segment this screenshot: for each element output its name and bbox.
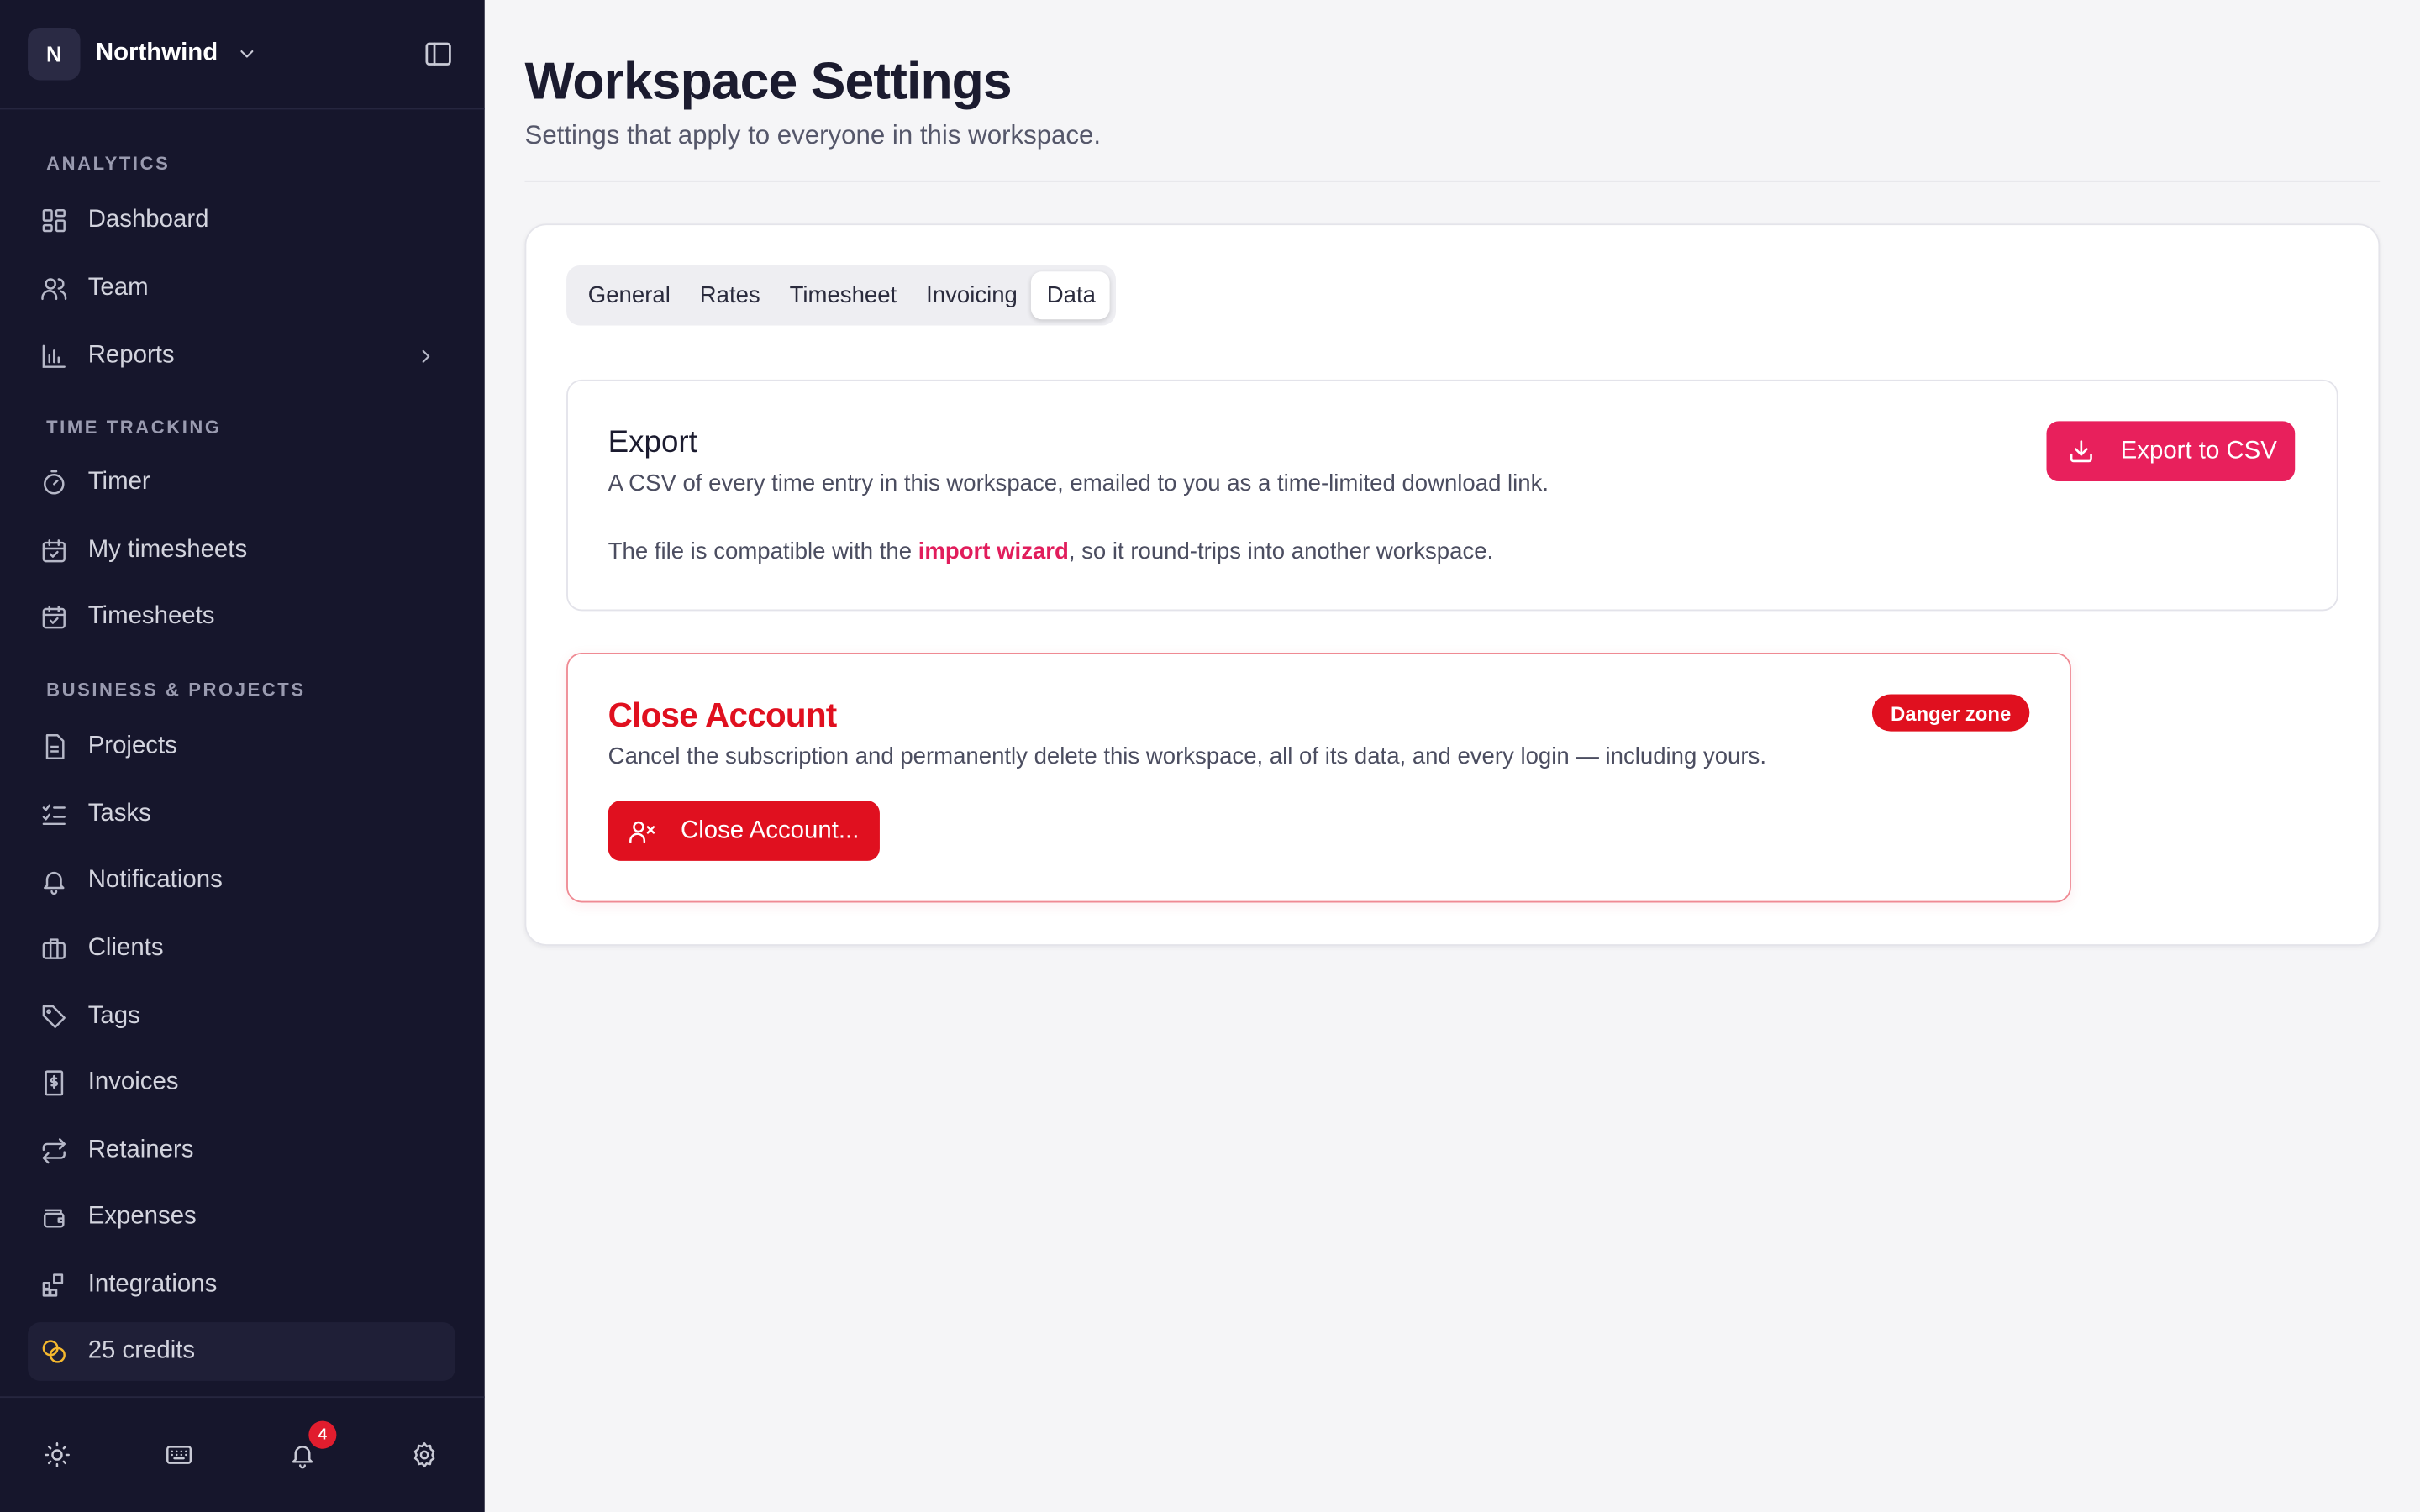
export-to-csv-button[interactable]: Export to CSV [2046,421,2296,482]
download-icon [2070,440,2092,463]
sidebar-item-label: 25 credits [87,1337,196,1364]
export-note: The file is compatible with the import w… [608,538,1494,564]
page-subtitle: Settings that apply to everyone in this … [524,120,1102,150]
tab-data[interactable]: Data [1031,271,1110,320]
sidebar-item-label: Dashboard [87,207,209,234]
sidebar-item-label: Retainers [87,1137,194,1163]
workspace-name: Northwind [95,39,218,66]
sidebar-item-label: Reports [87,342,175,369]
sidebar-item-label: Expenses [87,1203,197,1230]
users-icon [41,278,67,301]
sidebar-item-retainers[interactable]: Retainers [28,1121,455,1180]
sidebar-panel-icon [425,42,451,66]
tag-icon [42,1005,66,1029]
sidebar-footer-divider [0,1396,485,1399]
sidebar-item-projects[interactable]: Projects [28,717,455,776]
sidebar-item-invoices[interactable]: Invoices [28,1053,455,1112]
tab-rates[interactable]: Rates [684,271,774,319]
tab-timesheet[interactable]: Timesheet [774,271,911,319]
danger-zone-section [566,652,2071,903]
title-divider [524,180,2381,182]
sidebar-item-reports[interactable]: Reports [28,327,455,386]
bell-icon [44,871,65,895]
sidebar-item-timer[interactable]: Timer [28,454,455,512]
export-note-suffix: , so it round-trips into another workspa… [1068,538,1494,565]
briefcase-icon [42,938,66,959]
coins-icon [42,1340,66,1363]
sidebar-item-label: Timer [87,469,150,496]
sidebar-item-label: Clients [87,935,164,962]
sidebar-toggle-button[interactable] [423,39,454,70]
close-account-description: Cancel the subscription and permanently … [608,743,1766,770]
sidebar-item-tasks[interactable]: Tasks [28,785,455,844]
bar-chart-icon [42,344,66,368]
sidebar-item-label: Invoices [87,1068,179,1096]
gear-icon [413,1442,435,1468]
workspace-avatar: N [28,27,81,80]
sidebar-item-label: Timesheets [87,603,215,630]
sun-icon [44,1442,70,1468]
sidebar-item-label: Integrations [87,1271,218,1298]
export-note-prefix: The file is compatible with the [608,538,918,565]
keyboard-shortcuts-button[interactable] [160,1436,197,1473]
sidebar-item-integrations[interactable]: Integrations [28,1256,455,1315]
grid-plus-icon [42,1273,64,1297]
section-business-projects: BUSINESS & PROJECTS [46,679,306,701]
sidebar-item-credits[interactable]: 25 credits [28,1322,455,1381]
sidebar-item-dashboard[interactable]: Dashboard [28,192,455,250]
bell-icon [292,1446,313,1469]
theme-toggle-button[interactable] [39,1436,76,1473]
calendar-check-icon [42,539,66,563]
notification-count-badge: 4 [308,1420,337,1449]
sidebar-item-clients[interactable]: Clients [28,920,455,979]
sidebar-item-label: Tasks [87,801,151,827]
sidebar-divider [0,108,485,110]
calendar-check-icon [42,606,66,629]
chevron-down-icon [240,50,254,57]
sidebar: N Northwind ANALYTICS Dashboard Team Rep… [0,0,485,1512]
sidebar-item-label: Notifications [87,867,223,894]
checklist-icon [42,804,66,826]
section-analytics: ANALYTICS [46,152,171,175]
sidebar-item-team[interactable]: Team [28,260,455,318]
sidebar-item-label: Team [87,274,149,302]
sidebar-item-label: Tags [87,1002,140,1030]
stopwatch-icon [44,470,65,495]
keyboard-icon [166,1446,192,1464]
tab-invoicing[interactable]: Invoicing [911,271,1032,319]
settings-button[interactable] [406,1436,443,1473]
close-account-button[interactable]: Close Account... [608,801,880,861]
export-button-label: Export to CSV [2120,437,2277,464]
sidebar-item-notifications[interactable]: Notifications [28,852,455,911]
user-remove-icon [629,820,655,843]
danger-zone-badge: Danger zone [1871,694,2030,732]
page-title: Workspace Settings [524,52,1012,112]
sidebar-item-timesheets[interactable]: Timesheets [28,588,455,647]
sidebar-item-my-timesheets[interactable]: My timesheets [28,522,455,580]
export-description: A CSV of every time entry in this worksp… [608,470,1549,497]
settings-tabs: General Rates Timesheet Invoicing Data [566,265,1116,326]
chevron-right-icon [422,349,430,363]
sidebar-item-expenses[interactable]: Expenses [28,1188,455,1247]
dashboard-icon [42,209,66,233]
file-icon [45,733,65,759]
import-wizard-link[interactable]: import wizard [918,538,1069,564]
wallet-icon [44,1209,65,1228]
sidebar-item-tags[interactable]: Tags [28,988,455,1047]
invoice-icon [45,1070,64,1096]
workspace-switcher[interactable]: N Northwind [28,26,258,80]
repeat-icon [42,1138,66,1164]
export-title: Export [608,425,697,460]
sidebar-item-label: Projects [87,732,177,759]
sidebar-item-label: My timesheets [87,537,248,564]
close-account-button-label: Close Account... [681,816,860,843]
close-account-title: Close Account [608,696,838,735]
tab-general[interactable]: General [572,271,684,319]
section-time-tracking: TIME TRACKING [46,416,222,438]
